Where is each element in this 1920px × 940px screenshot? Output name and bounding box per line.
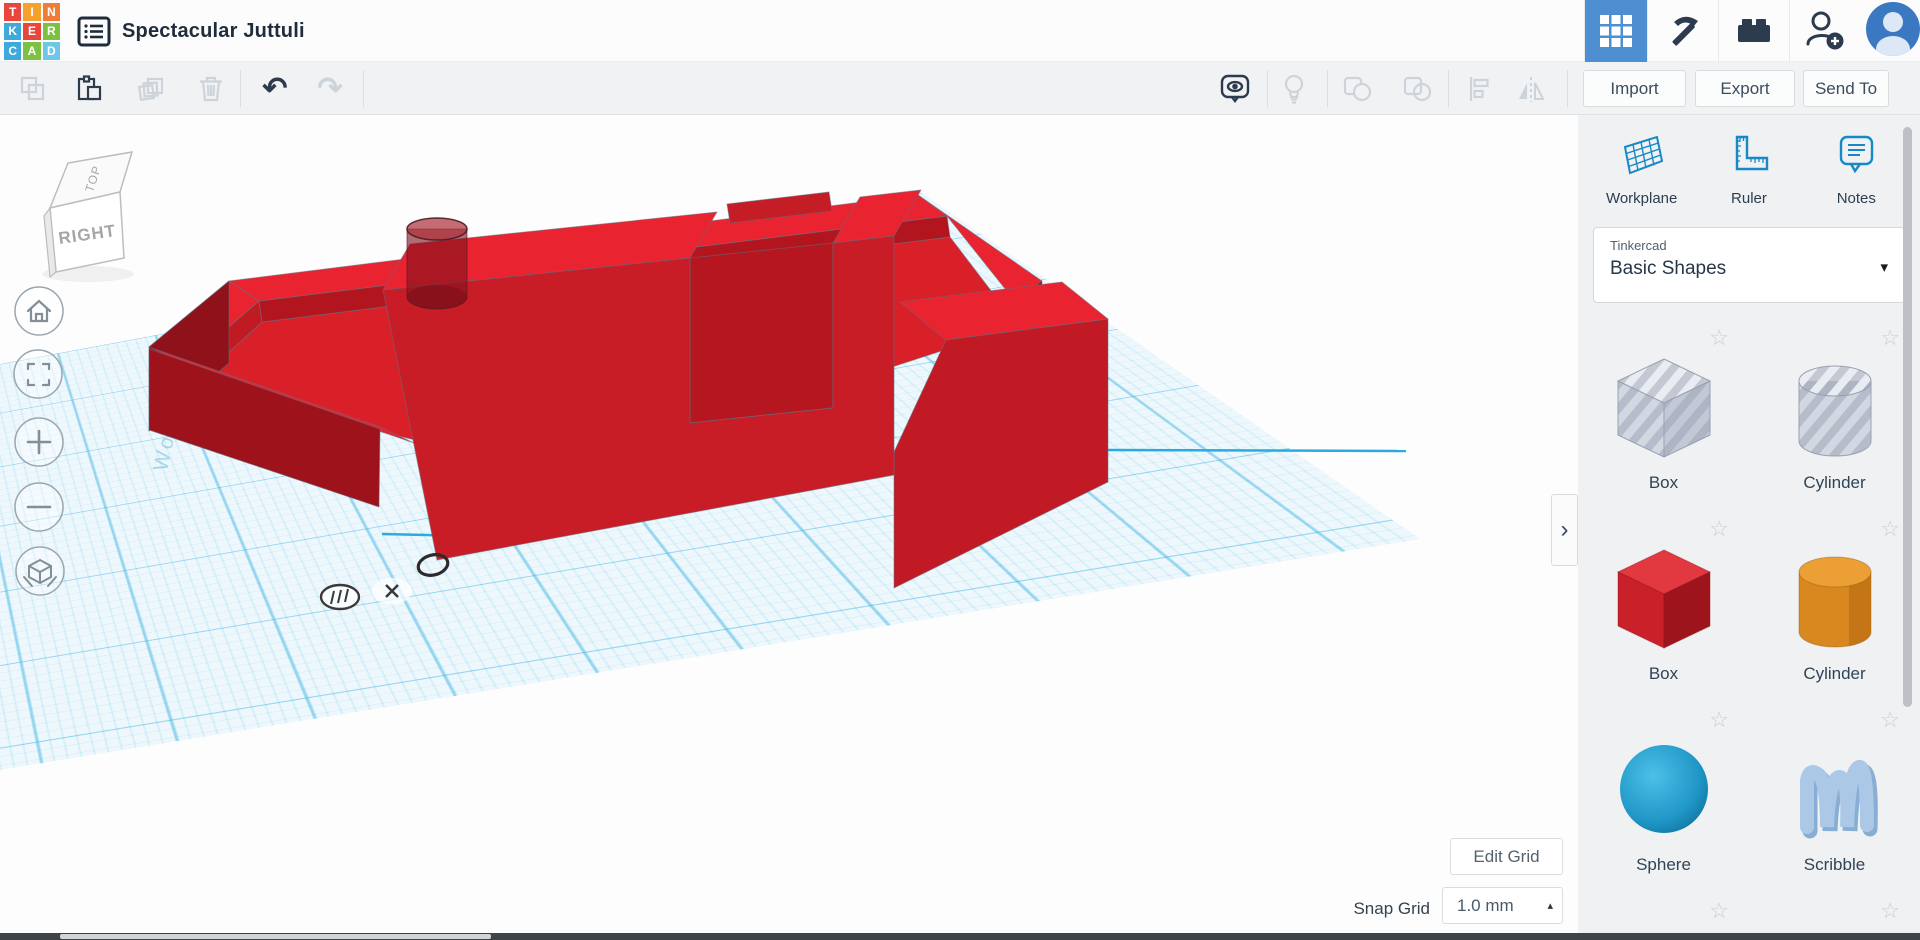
perspective-toggle-button[interactable]: [15, 546, 65, 596]
zoom-in-button[interactable]: [14, 417, 64, 467]
align-icon[interactable]: [1457, 62, 1501, 115]
shape-tile-scribble[interactable]: ☆ Scribble: [1749, 703, 1920, 894]
redo-icon[interactable]: ↷: [308, 62, 352, 115]
origin-ring-handle[interactable]: [416, 552, 450, 579]
zoom-out-button[interactable]: [14, 482, 64, 532]
toolbar-separator: [1267, 70, 1268, 107]
logo-letter: N: [42, 3, 60, 21]
shape-name: Box: [1648, 664, 1679, 683]
shape-name: Cylinder: [1803, 473, 1866, 492]
brick-lego-icon[interactable]: [1719, 0, 1789, 62]
shape-tile-cylinder-hole[interactable]: ☆ Cylinder: [1749, 321, 1920, 512]
lightbulb-icon[interactable]: [1272, 62, 1316, 115]
shape-tile-sphere[interactable]: ☆ Sphere: [1578, 703, 1749, 894]
shape-name: Scribble: [1803, 855, 1866, 874]
copy-icon[interactable]: [11, 62, 55, 115]
design-menu-icon[interactable]: [76, 15, 112, 48]
logo-letter: T: [4, 3, 22, 21]
shape-name: Box: [1648, 473, 1679, 492]
import-button[interactable]: Import: [1583, 70, 1686, 107]
ruler-tool-icon: [1724, 131, 1774, 184]
toolbar-separator: [363, 70, 364, 107]
avatar[interactable]: [1860, 0, 1920, 62]
shape-library-select[interactable]: Tinkercad Basic Shapes ▾: [1593, 227, 1905, 303]
bottom-scroll-track: [0, 933, 1920, 940]
cylinder-hole-shape[interactable]: [406, 217, 468, 310]
logo-letter: K: [4, 22, 22, 41]
snap-grid-label: Snap Grid: [1353, 899, 1430, 918]
toolbar-separator: [1567, 70, 1568, 107]
nav-controls: [13, 286, 65, 596]
snap-grid-select[interactable]: 1.0 mm ▴: [1442, 887, 1563, 924]
delete-icon[interactable]: [189, 62, 233, 115]
shape-name: Sphere: [1636, 855, 1691, 874]
scene-3d: Workplane: [13, 151, 1407, 611]
library-brand-label: Tinkercad: [1610, 238, 1667, 253]
add-collaborator-icon[interactable]: [1790, 0, 1860, 62]
send-to-button[interactable]: Send To: [1803, 70, 1889, 107]
shape-gallery: ☆ Box ☆ Cylinder ☆ Box ☆ Cylinder ☆ Sphe…: [1578, 321, 1920, 940]
favorite-star-icon[interactable]: ☆: [1709, 707, 1729, 733]
shape-tile-box-hole[interactable]: ☆ Box: [1578, 321, 1749, 512]
workplane-grip-handle[interactable]: [319, 583, 361, 611]
edit-grid-button[interactable]: Edit Grid: [1450, 838, 1563, 875]
logo-letter: D: [42, 42, 60, 60]
favorite-star-icon[interactable]: ☆: [1709, 898, 1729, 924]
favorite-star-icon[interactable]: ☆: [1709, 516, 1729, 542]
export-button[interactable]: Export: [1695, 70, 1795, 107]
shape-name: Cylinder: [1803, 664, 1866, 683]
duplicate-icon[interactable]: [130, 62, 174, 115]
horizontal-scrollbar-thumb[interactable]: [60, 934, 491, 939]
favorite-star-icon[interactable]: ☆: [1709, 325, 1729, 351]
panel-collapse-button[interactable]: ›: [1551, 494, 1578, 566]
chevron-down-icon: ▾: [1880, 259, 1888, 276]
logo-letter: C: [4, 42, 22, 60]
notes-tool-label: Notes: [1836, 190, 1876, 207]
ruler-tool-label: Ruler: [1731, 190, 1767, 207]
axis-line-right: [1107, 448, 1407, 453]
home-view-button[interactable]: [14, 286, 64, 336]
undo-icon[interactable]: ↶: [253, 62, 297, 115]
logo-letter: R: [42, 22, 60, 41]
tinkercad-logo[interactable]: T I N K E R C A D: [4, 3, 60, 60]
workplane-tool-label: Workplane: [1605, 190, 1678, 207]
design-title[interactable]: Spectacular Juttuli: [122, 0, 305, 62]
toolbar-separator: [240, 70, 241, 107]
logo-letter: I: [23, 3, 41, 21]
panel-scrollbar[interactable]: [1903, 127, 1912, 707]
library-selected-value: Basic Shapes: [1610, 258, 1727, 279]
snap-grid-value: 1.0 mm: [1457, 896, 1514, 915]
shape-tile-cylinder-orange[interactable]: ☆ Cylinder: [1749, 512, 1920, 703]
favorite-star-icon[interactable]: ☆: [1880, 325, 1900, 351]
mirror-icon[interactable]: [1509, 62, 1553, 115]
workplane-tool[interactable]: Workplane: [1592, 131, 1692, 207]
logo-letter: A: [23, 42, 41, 60]
close-x-handle[interactable]: [372, 578, 412, 604]
dashboard-grid-icon[interactable]: [1585, 0, 1647, 62]
group-icon[interactable]: [1335, 62, 1379, 115]
toolbar-separator: [1448, 70, 1449, 107]
shapes-panel: Workplane Ruler Notes Tinkercad Basic Sh…: [1578, 115, 1920, 940]
view-cube[interactable]: TOP RIGHT: [42, 151, 134, 282]
paste-icon[interactable]: [67, 62, 111, 115]
minecraft-pickaxe-icon[interactable]: [1648, 0, 1718, 62]
logo-letter: E: [23, 22, 41, 41]
ungroup-icon[interactable]: [1395, 62, 1439, 115]
favorite-star-icon[interactable]: ☆: [1880, 516, 1900, 542]
favorite-star-icon[interactable]: ☆: [1880, 707, 1900, 733]
toolbar: ↶ ↷ Import Export Send To: [0, 62, 1920, 115]
chevron-up-icon: ▴: [1547, 900, 1553, 912]
favorite-star-icon[interactable]: ☆: [1880, 898, 1900, 924]
app-header: T I N K E R C A D Spectacular Juttuli: [0, 0, 1920, 62]
notes-tool[interactable]: Notes: [1806, 131, 1906, 207]
notes-tool-icon: [1831, 131, 1881, 184]
ruler-tool[interactable]: Ruler: [1699, 131, 1799, 207]
fit-view-button[interactable]: [13, 349, 63, 399]
toolbar-separator: [1327, 70, 1328, 107]
workplane-tool-icon: [1617, 131, 1667, 184]
shape-tile-box-red[interactable]: ☆ Box: [1578, 512, 1749, 703]
show-all-icon[interactable]: [1213, 62, 1257, 115]
viewport-3d[interactable]: Workplane: [0, 115, 1578, 934]
